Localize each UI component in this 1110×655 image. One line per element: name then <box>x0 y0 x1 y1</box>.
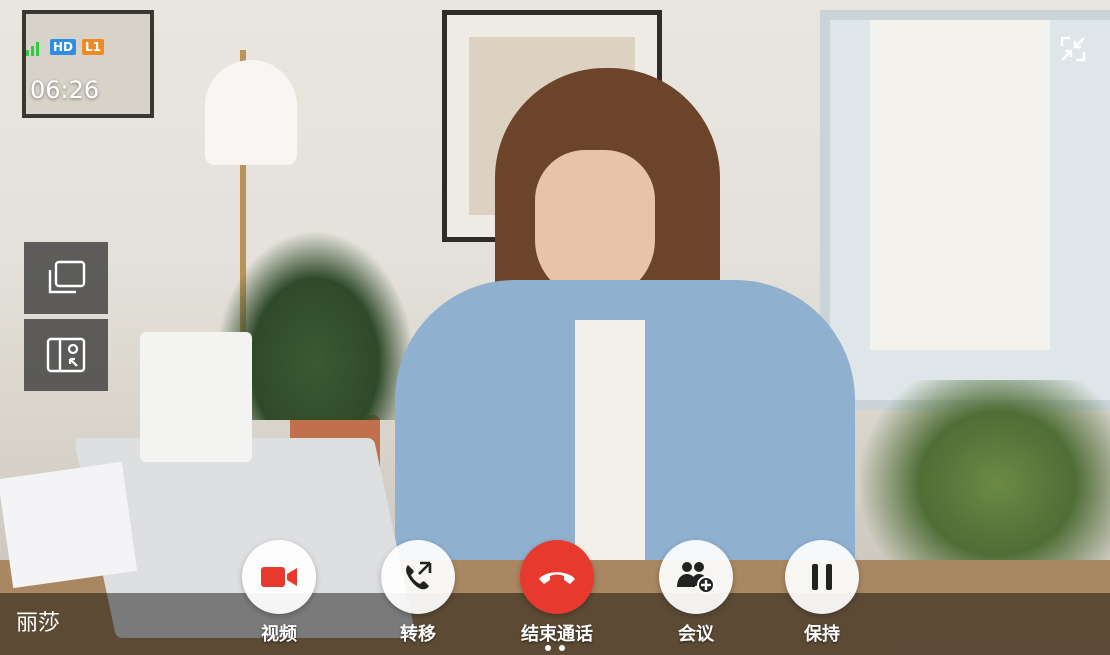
call-timer: 06:26 <box>30 76 100 104</box>
overlap-windows-icon <box>48 260 86 294</box>
transfer-button-circle[interactable] <box>381 540 455 614</box>
person-shirt <box>575 320 645 560</box>
video-label: 视频 <box>261 624 297 645</box>
papers <box>0 461 138 589</box>
hold-label: 保持 <box>804 624 840 645</box>
chair <box>140 332 252 462</box>
end-call-button[interactable]: 结束通话 <box>497 540 617 646</box>
call-status: HD L1 <box>26 38 105 56</box>
hold-button[interactable]: 保持 <box>762 540 882 646</box>
pip-layout-button[interactable] <box>24 319 108 391</box>
line-badge: L1 <box>82 39 105 55</box>
page-dot <box>559 645 565 651</box>
transfer-button[interactable]: 转移 <box>358 540 478 646</box>
video-camera-icon <box>261 567 297 587</box>
conference-button[interactable]: 会议 <box>636 540 756 646</box>
minimize-icon[interactable] <box>1058 34 1088 64</box>
person-face <box>535 150 655 300</box>
hold-button-circle[interactable] <box>785 540 859 614</box>
window <box>820 10 1110 410</box>
conference-label: 会议 <box>678 624 714 645</box>
page-dot-active <box>545 645 551 651</box>
signal-strength-icon <box>26 38 44 56</box>
call-transfer-icon <box>406 561 432 590</box>
hd-badge: HD <box>50 39 77 55</box>
caller-name: 丽莎 <box>16 611 61 636</box>
page-indicator <box>545 645 565 651</box>
video-button[interactable]: 视频 <box>219 540 339 646</box>
picture-in-picture-icon <box>46 337 86 373</box>
pause-icon <box>812 564 832 590</box>
add-participant-icon <box>677 562 715 594</box>
transfer-label: 转移 <box>400 624 436 645</box>
end-call-label: 结束通话 <box>521 624 593 645</box>
lamp-shade <box>205 60 297 165</box>
conference-button-circle[interactable] <box>659 540 733 614</box>
end-call-button-circle[interactable] <box>520 540 594 614</box>
video-button-circle[interactable] <box>242 540 316 614</box>
hang-up-icon <box>539 572 575 584</box>
switch-view-button[interactable] <box>24 242 108 314</box>
